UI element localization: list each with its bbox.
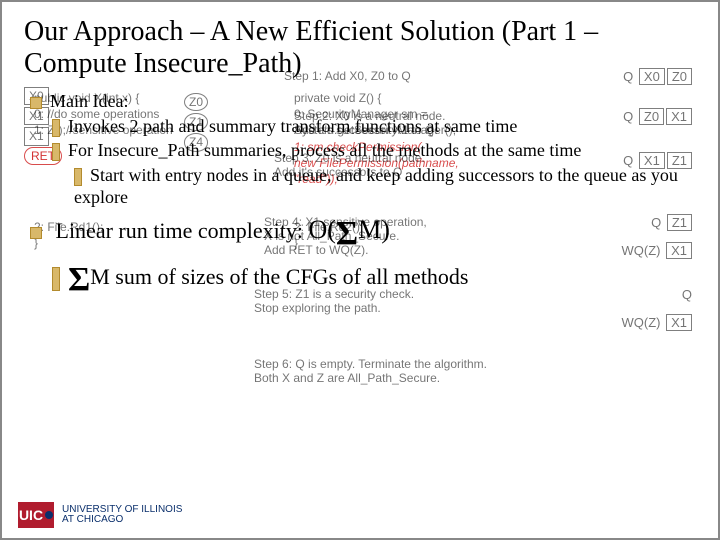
bullet-icon	[30, 227, 42, 239]
sigma-icon: Σ	[336, 215, 358, 252]
wqueue-5: WQ(Z) X1	[621, 314, 692, 332]
bullet-icon	[52, 143, 60, 161]
footer-logo: UIC UNIVERSITY OF ILLINOIS AT CHICAGO	[18, 502, 182, 528]
bullet-sigma: M sum of sizes of the CFGs of all method…	[90, 264, 468, 289]
uic-mark: UIC	[18, 502, 54, 528]
bullet-icon	[30, 97, 42, 109]
uic-text: UNIVERSITY OF ILLINOIS AT CHICAGO	[62, 505, 182, 526]
bullet-icon	[52, 119, 60, 137]
slide-title: Our Approach – A New Efficient Solution …	[24, 16, 696, 80]
big-o: O(	[308, 215, 335, 244]
slide-body: Main Idea: Invokes 2 path and summary tr…	[24, 90, 696, 302]
bullet-start: Start with entry nodes in a queue, and k…	[74, 165, 678, 208]
sigma-icon: Σ	[68, 261, 90, 298]
step-6a: Step 6: Q is empty. Terminate the algori…	[254, 356, 487, 372]
bullet-invokes: Invokes 2 path and summary transform fun…	[68, 116, 517, 136]
bullet-for-ip: For Insecure_Path summaries, process all…	[68, 140, 581, 160]
bullet-icon	[52, 267, 60, 291]
bullet-icon	[74, 168, 82, 186]
step-6b: Both X and Z are All_Path_Secure.	[254, 370, 440, 386]
big-o-m: M)	[358, 215, 390, 244]
step-5b: Stop exploring the path.	[254, 300, 381, 316]
bullet-linear-pre: Linear run time complexity:	[56, 218, 309, 243]
main-idea: Main Idea:	[50, 91, 128, 111]
